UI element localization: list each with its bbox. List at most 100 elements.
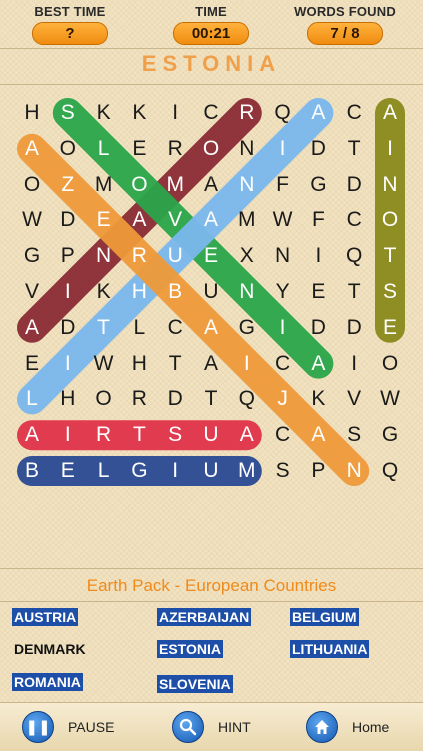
grid-cell[interactable]: A [14, 417, 50, 453]
grid-cell[interactable]: N [86, 238, 122, 274]
letter-grid[interactable]: HSKKICRQACAAOLERONIDTIOZMOMANFGDNWDEAVAM… [0, 90, 423, 490]
grid-cell[interactable]: W [14, 202, 50, 238]
grid-cell[interactable]: R [86, 417, 122, 453]
grid-cell[interactable]: Q [229, 381, 265, 417]
home-button[interactable]: Home [306, 711, 389, 743]
grid-cell[interactable]: D [300, 131, 336, 167]
pause-button[interactable]: ❚❚ PAUSE [22, 711, 114, 743]
grid-cell[interactable]: N [265, 238, 301, 274]
grid-cell[interactable]: S [372, 274, 408, 310]
grid-cell[interactable]: A [193, 202, 229, 238]
grid-cell[interactable]: I [265, 310, 301, 346]
grid-cell[interactable]: C [336, 202, 372, 238]
grid-cell[interactable]: U [157, 238, 193, 274]
grid-cell[interactable]: M [229, 202, 265, 238]
grid-cell[interactable]: I [50, 274, 86, 310]
grid-cell[interactable]: J [265, 381, 301, 417]
grid-cell[interactable]: G [300, 167, 336, 203]
grid-cell[interactable]: A [193, 310, 229, 346]
grid-cell[interactable]: N [229, 274, 265, 310]
grid-cell[interactable]: T [86, 310, 122, 346]
hint-button[interactable]: HINT [172, 711, 251, 743]
grid-cell[interactable]: R [121, 238, 157, 274]
grid-cell[interactable]: V [157, 202, 193, 238]
grid-cell[interactable]: K [121, 95, 157, 131]
grid-cell[interactable]: U [193, 274, 229, 310]
grid-cell[interactable]: H [121, 274, 157, 310]
grid-cell[interactable]: L [121, 310, 157, 346]
grid-cell[interactable]: D [300, 310, 336, 346]
grid-cell[interactable]: N [336, 453, 372, 489]
grid-cell[interactable]: F [265, 167, 301, 203]
grid-cell[interactable]: T [193, 381, 229, 417]
grid-cell[interactable]: G [121, 453, 157, 489]
grid-cell[interactable]: E [193, 238, 229, 274]
grid-cell[interactable]: S [336, 417, 372, 453]
grid-cell[interactable]: E [372, 310, 408, 346]
grid-cell[interactable]: U [193, 417, 229, 453]
grid-cell[interactable]: V [14, 274, 50, 310]
grid-cell[interactable]: F [300, 202, 336, 238]
grid-cell[interactable]: A [372, 95, 408, 131]
grid-cell[interactable]: I [50, 346, 86, 382]
grid-cell[interactable]: O [193, 131, 229, 167]
grid-cell[interactable]: N [229, 167, 265, 203]
grid-cell[interactable]: C [193, 95, 229, 131]
grid-cell[interactable]: V [336, 381, 372, 417]
grid-cell[interactable]: G [229, 310, 265, 346]
grid-cell[interactable]: H [121, 346, 157, 382]
grid-cell[interactable]: R [121, 381, 157, 417]
grid-cell[interactable]: A [300, 417, 336, 453]
grid-cell[interactable]: K [86, 274, 122, 310]
grid-cell[interactable]: D [157, 381, 193, 417]
grid-cell[interactable]: I [157, 453, 193, 489]
grid-cell[interactable]: A [193, 167, 229, 203]
grid-cell[interactable]: H [14, 95, 50, 131]
grid-cell[interactable]: D [50, 202, 86, 238]
grid-cell[interactable]: Q [336, 238, 372, 274]
grid-cell[interactable]: L [14, 381, 50, 417]
grid-cell[interactable]: E [300, 274, 336, 310]
grid-cell[interactable]: A [300, 346, 336, 382]
grid-cell[interactable]: O [14, 167, 50, 203]
grid-cell[interactable]: P [300, 453, 336, 489]
grid-cell[interactable]: M [229, 453, 265, 489]
grid-cell[interactable]: K [86, 95, 122, 131]
grid-cell[interactable]: O [121, 167, 157, 203]
grid-cell[interactable]: E [50, 453, 86, 489]
grid-cell[interactable]: D [50, 310, 86, 346]
grid-cell[interactable]: I [372, 131, 408, 167]
grid-cell[interactable]: G [14, 238, 50, 274]
grid-cell[interactable]: S [265, 453, 301, 489]
grid-cell[interactable]: N [229, 131, 265, 167]
grid-cell[interactable]: T [336, 131, 372, 167]
grid-cell[interactable]: D [336, 167, 372, 203]
grid-cell[interactable]: S [50, 95, 86, 131]
grid-cell[interactable]: A [14, 310, 50, 346]
grid-cell[interactable]: P [50, 238, 86, 274]
grid-cell[interactable]: C [265, 417, 301, 453]
grid-cell[interactable]: A [14, 131, 50, 167]
grid-cell[interactable]: G [372, 417, 408, 453]
grid-cell[interactable]: R [229, 95, 265, 131]
grid-cell[interactable]: H [50, 381, 86, 417]
grid-cell[interactable]: A [193, 346, 229, 382]
grid-cell[interactable]: Q [372, 453, 408, 489]
grid-cell[interactable]: N [372, 167, 408, 203]
grid-cell[interactable]: O [50, 131, 86, 167]
grid-cell[interactable]: C [265, 346, 301, 382]
grid-cell[interactable]: E [86, 202, 122, 238]
grid-cell[interactable]: I [336, 346, 372, 382]
grid-cell[interactable]: I [265, 131, 301, 167]
grid-cell[interactable]: T [121, 417, 157, 453]
grid-cell[interactable]: T [336, 274, 372, 310]
grid-cell[interactable]: A [229, 417, 265, 453]
grid-cell[interactable]: T [157, 346, 193, 382]
grid-cell[interactable]: I [229, 346, 265, 382]
grid-cell[interactable]: B [157, 274, 193, 310]
grid-cell[interactable]: E [14, 346, 50, 382]
grid-cell[interactable]: X [229, 238, 265, 274]
grid-cell[interactable]: Y [265, 274, 301, 310]
grid-cell[interactable]: O [372, 346, 408, 382]
grid-cell[interactable]: I [50, 417, 86, 453]
